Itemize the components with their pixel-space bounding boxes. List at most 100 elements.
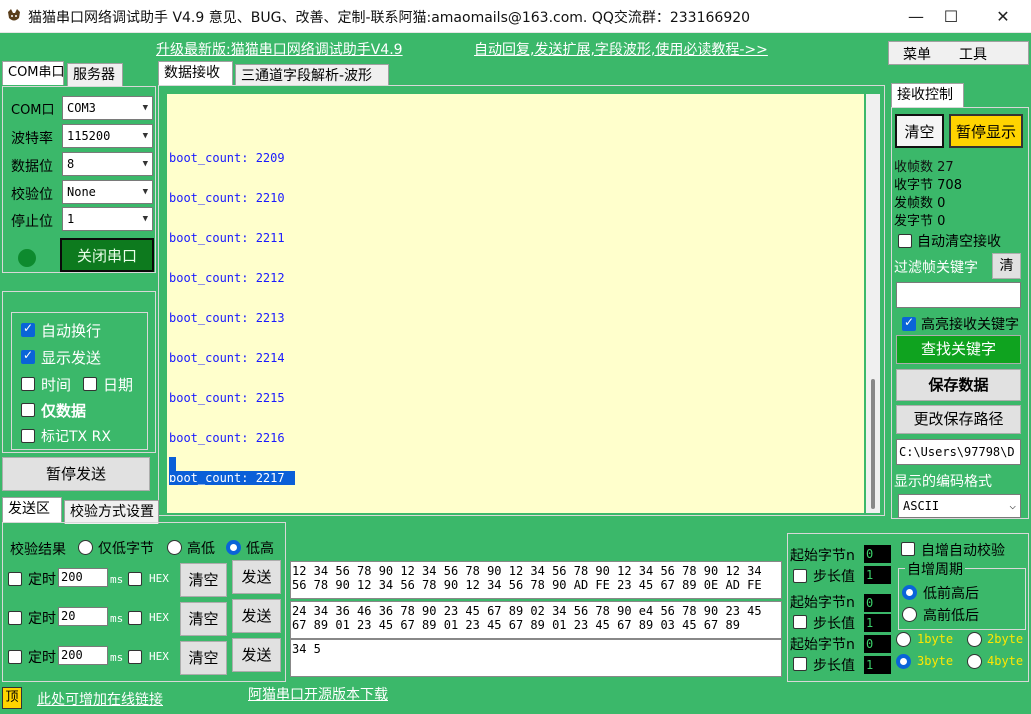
status-led-icon	[18, 249, 36, 267]
send-bytes-label: 发字节 0	[894, 210, 945, 229]
databits-select[interactable]: 8 ▼	[62, 152, 153, 176]
send-frames-text: 发帧数	[894, 196, 934, 211]
tab-server[interactable]: 服务器	[67, 63, 123, 87]
send-frames-label: 发帧数 0	[894, 192, 945, 211]
tab-recv-control[interactable]: 接收控制	[891, 83, 964, 107]
start-byte-label-2: 起始字节n	[790, 595, 855, 611]
low-high-radio[interactable]	[226, 540, 241, 555]
step-label-2: 步长值	[813, 616, 855, 632]
time-checkbox[interactable]	[21, 377, 35, 391]
filter-input[interactable]	[896, 282, 1021, 308]
encoding-select[interactable]: ASCII ⌵	[898, 494, 1021, 518]
interval-input[interactable]: 200	[58, 646, 108, 665]
start-byte-value-1[interactable]: 0	[864, 545, 891, 563]
add-link[interactable]: 此处可增加在线链接	[37, 689, 163, 709]
recv-line: boot_count: 2211	[169, 231, 285, 245]
low-first-radio[interactable]	[902, 585, 917, 600]
byte4-radio[interactable]	[967, 654, 982, 669]
start-byte-value-3[interactable]: 0	[864, 635, 891, 653]
byte3-radio[interactable]	[896, 654, 911, 669]
tab-com[interactable]: COM串口	[2, 61, 65, 85]
serial-panel: COM口 COM3 ▼ 波特率 115200 ▼ 数据位 8 ▼ 校验位 None ▼ …	[2, 86, 156, 273]
menu-item[interactable]: 菜单	[903, 44, 931, 64]
close-button[interactable]: ✕	[980, 0, 1026, 33]
clear-send-button[interactable]: 清空	[180, 641, 227, 675]
parity-select[interactable]: None ▼	[62, 180, 153, 204]
step-checkbox-3[interactable]	[793, 657, 807, 671]
filter-label: 过滤帧关键字	[894, 260, 978, 276]
show-send-checkbox[interactable]	[21, 348, 35, 364]
data-only-checkbox[interactable]	[21, 403, 35, 417]
hex-checkbox[interactable]	[128, 611, 142, 625]
baud-select[interactable]: 115200 ▼	[62, 124, 153, 148]
high-low-radio[interactable]	[167, 540, 182, 555]
highlight-checkbox[interactable]	[902, 315, 916, 331]
byte1-radio[interactable]	[896, 632, 911, 647]
send-button[interactable]: 发送	[232, 638, 281, 672]
send-data-textarea[interactable]: 34 5	[290, 639, 782, 677]
date-checkbox[interactable]	[83, 377, 97, 391]
step-label-1: 步长值	[813, 569, 855, 585]
hex-checkbox[interactable]	[128, 572, 142, 586]
tools-item[interactable]: 工具	[959, 44, 987, 64]
tab-data-recv[interactable]: 数据接收	[158, 61, 233, 85]
pause-send-button[interactable]: 暂停发送	[2, 457, 150, 491]
change-path-button[interactable]: 更改保存路径	[896, 405, 1021, 434]
high-first-label: 高前低后	[923, 608, 979, 624]
interval-input[interactable]: 20	[58, 607, 108, 626]
download-link[interactable]: 阿猫串口开源版本下载	[248, 684, 388, 704]
low-only-radio[interactable]	[78, 540, 93, 555]
upgrade-link[interactable]: 升级最新版:猫猫串口网络调试助手V4.9	[156, 39, 403, 59]
save-data-button[interactable]: 保存数据	[896, 369, 1021, 401]
byte3-label: 3byte	[917, 654, 954, 668]
auto-wrap-checkbox[interactable]	[21, 321, 35, 337]
clear-recv-button[interactable]: 清空	[895, 114, 944, 148]
stopbits-select[interactable]: 1 ▼	[62, 207, 153, 231]
send-data-textarea[interactable]: 24 34 36 46 36 78 90 23 45 67 89 02 34 5…	[290, 601, 782, 639]
byte1-label: 1byte	[917, 632, 954, 646]
step-label-3: 步长值	[813, 658, 855, 674]
pin-top-button[interactable]: 顶	[2, 687, 22, 709]
send-button[interactable]: 发送	[232, 560, 281, 594]
close-port-button[interactable]: 关闭串口	[60, 238, 154, 272]
tutorial-link[interactable]: 自动回复,发送扩展,字段波形,使用必读教程->>	[474, 39, 768, 59]
filter-clear-button[interactable]: 清	[992, 253, 1021, 279]
clear-send-button[interactable]: 清空	[180, 563, 227, 597]
find-keyword-button[interactable]: 查找关键字	[896, 335, 1021, 364]
port-select[interactable]: COM3 ▼	[62, 96, 153, 120]
recv-scrollbar[interactable]	[866, 94, 880, 513]
step-checkbox-1[interactable]	[793, 569, 807, 583]
byte2-radio[interactable]	[967, 632, 982, 647]
baud-label: 波特率	[11, 131, 53, 147]
timed-checkbox[interactable]	[8, 611, 22, 625]
step-value-3[interactable]: 1	[864, 656, 891, 674]
step-checkbox-2[interactable]	[793, 615, 807, 629]
tab-send-area[interactable]: 发送区	[2, 497, 62, 522]
send-data-textarea[interactable]: 12 34 56 78 90 12 34 56 78 90 12 34 56 7…	[290, 561, 782, 599]
step-value-2[interactable]: 1	[864, 614, 891, 632]
clear-send-button[interactable]: 清空	[180, 602, 227, 636]
save-path-field[interactable]: C:\Users\97798\D	[896, 439, 1021, 465]
inc-period-label: 自增周期	[905, 559, 965, 579]
high-first-radio[interactable]	[902, 607, 917, 622]
auto-clear-checkbox[interactable]	[898, 234, 912, 248]
pause-display-button[interactable]: 暂停显示	[949, 114, 1023, 148]
auto-inc-checkbox[interactable]	[901, 542, 915, 556]
stopbits-label: 停止位	[11, 214, 53, 230]
start-byte-value-2[interactable]: 0	[864, 594, 891, 612]
high-low-label: 高低	[187, 541, 215, 557]
timed-checkbox[interactable]	[8, 572, 22, 586]
scrollbar-thumb[interactable]	[871, 379, 875, 509]
timed-label: 定时	[28, 650, 56, 666]
step-value-1[interactable]: 1	[864, 566, 891, 584]
tab-checksum-settings[interactable]: 校验方式设置	[64, 500, 159, 524]
ms-label: ms	[110, 612, 124, 625]
mark-txrx-checkbox[interactable]	[21, 429, 35, 443]
hex-checkbox[interactable]	[128, 650, 142, 664]
send-button[interactable]: 发送	[232, 599, 281, 633]
maximize-button[interactable]: ☐	[928, 0, 974, 33]
timed-checkbox[interactable]	[8, 650, 22, 664]
low-only-label: 仅低字节	[98, 541, 154, 557]
ms-label: ms	[110, 651, 124, 664]
interval-input[interactable]: 200	[58, 568, 108, 587]
